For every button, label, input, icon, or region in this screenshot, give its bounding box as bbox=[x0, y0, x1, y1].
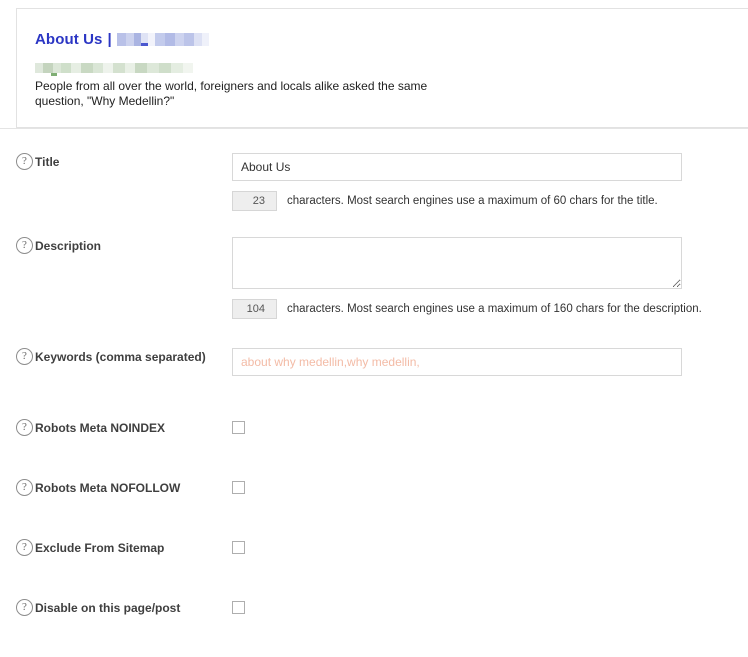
field-label-title: Title bbox=[35, 154, 60, 169]
field-label-robots-meta-nofollow: Robots Meta NOFOLLOW bbox=[35, 480, 181, 495]
field-row-robots-meta-nofollow: ? Robots Meta NOFOLLOW bbox=[0, 479, 748, 496]
label-col-title: ? Title bbox=[0, 153, 232, 170]
help-icon[interactable]: ? bbox=[16, 419, 33, 436]
description-counter-row: 104 characters. Most search engines use … bbox=[232, 299, 732, 319]
serp-title-separator: | bbox=[107, 30, 112, 48]
robots-meta-nofollow-checkbox[interactable] bbox=[232, 481, 245, 494]
field-row-keywords: ? Keywords (comma separated) bbox=[0, 348, 748, 376]
field-label-description: Description bbox=[35, 238, 102, 253]
control-col-keywords bbox=[232, 348, 748, 376]
title-input[interactable] bbox=[232, 153, 682, 181]
disable-on-this-page-checkbox[interactable] bbox=[232, 601, 245, 614]
field-label-disable-on-this-page: Disable on this page/post bbox=[35, 600, 181, 615]
field-row-robots-meta-noindex: ? Robots Meta NOINDEX bbox=[0, 419, 748, 436]
title-counter-row: 23 characters. Most search engines use a… bbox=[232, 191, 732, 211]
serp-title-text[interactable]: About Us bbox=[35, 31, 102, 48]
title-character-counter: 23 bbox=[232, 191, 277, 211]
field-label-robots-meta-noindex: Robots Meta NOINDEX bbox=[35, 420, 166, 435]
serp-description-text: People from all over the world, foreigne… bbox=[35, 79, 428, 108]
help-icon[interactable]: ? bbox=[16, 479, 33, 496]
description-textarea[interactable] bbox=[232, 237, 682, 289]
help-icon[interactable]: ? bbox=[16, 599, 33, 616]
label-col-description: ? Description bbox=[0, 237, 232, 254]
serp-preview-panel: About Us | People from all over the worl… bbox=[16, 8, 748, 128]
seo-settings-form: ? Title 23 characters. Most search engin… bbox=[0, 129, 748, 616]
serp-title-row: About Us | bbox=[35, 29, 748, 49]
control-col-description: 104 characters. Most search engines use … bbox=[232, 237, 748, 319]
field-row-disable-on-this-page: ? Disable on this page/post bbox=[0, 599, 748, 616]
control-col-disable-on-this-page bbox=[232, 599, 748, 614]
field-label-exclude-from-sitemap: Exclude From Sitemap bbox=[35, 540, 165, 555]
field-label-keywords: Keywords (comma separated) bbox=[35, 349, 206, 364]
description-counter-hint: characters. Most search engines use a ma… bbox=[287, 303, 702, 315]
help-icon[interactable]: ? bbox=[16, 153, 33, 170]
serp-preview-content: About Us | People from all over the worl… bbox=[17, 9, 748, 109]
control-col-robots-meta-nofollow bbox=[232, 479, 748, 494]
description-character-counter: 104 bbox=[232, 299, 277, 319]
field-row-description: ? Description 104 characters. Most searc… bbox=[0, 237, 748, 319]
help-icon[interactable]: ? bbox=[16, 237, 33, 254]
field-row-title: ? Title 23 characters. Most search engin… bbox=[0, 153, 748, 211]
label-col-keywords: ? Keywords (comma separated) bbox=[0, 348, 232, 365]
label-col-disable-on-this-page: ? Disable on this page/post bbox=[0, 599, 232, 616]
title-counter-hint: characters. Most search engines use a ma… bbox=[287, 195, 658, 207]
serp-url-redacted-block bbox=[35, 63, 193, 76]
control-col-exclude-from-sitemap bbox=[232, 539, 748, 554]
help-icon[interactable]: ? bbox=[16, 539, 33, 556]
control-col-robots-meta-noindex bbox=[232, 419, 748, 434]
keywords-input[interactable] bbox=[232, 348, 682, 376]
robots-meta-noindex-checkbox[interactable] bbox=[232, 421, 245, 434]
serp-title-redacted-block bbox=[116, 32, 209, 46]
label-col-exclude-from-sitemap: ? Exclude From Sitemap bbox=[0, 539, 232, 556]
exclude-from-sitemap-checkbox[interactable] bbox=[232, 541, 245, 554]
field-row-exclude-from-sitemap: ? Exclude From Sitemap bbox=[0, 539, 748, 556]
label-col-robots-meta-nofollow: ? Robots Meta NOFOLLOW bbox=[0, 479, 232, 496]
label-col-robots-meta-noindex: ? Robots Meta NOINDEX bbox=[0, 419, 232, 436]
help-icon[interactable]: ? bbox=[16, 348, 33, 365]
control-col-title: 23 characters. Most search engines use a… bbox=[232, 153, 748, 211]
